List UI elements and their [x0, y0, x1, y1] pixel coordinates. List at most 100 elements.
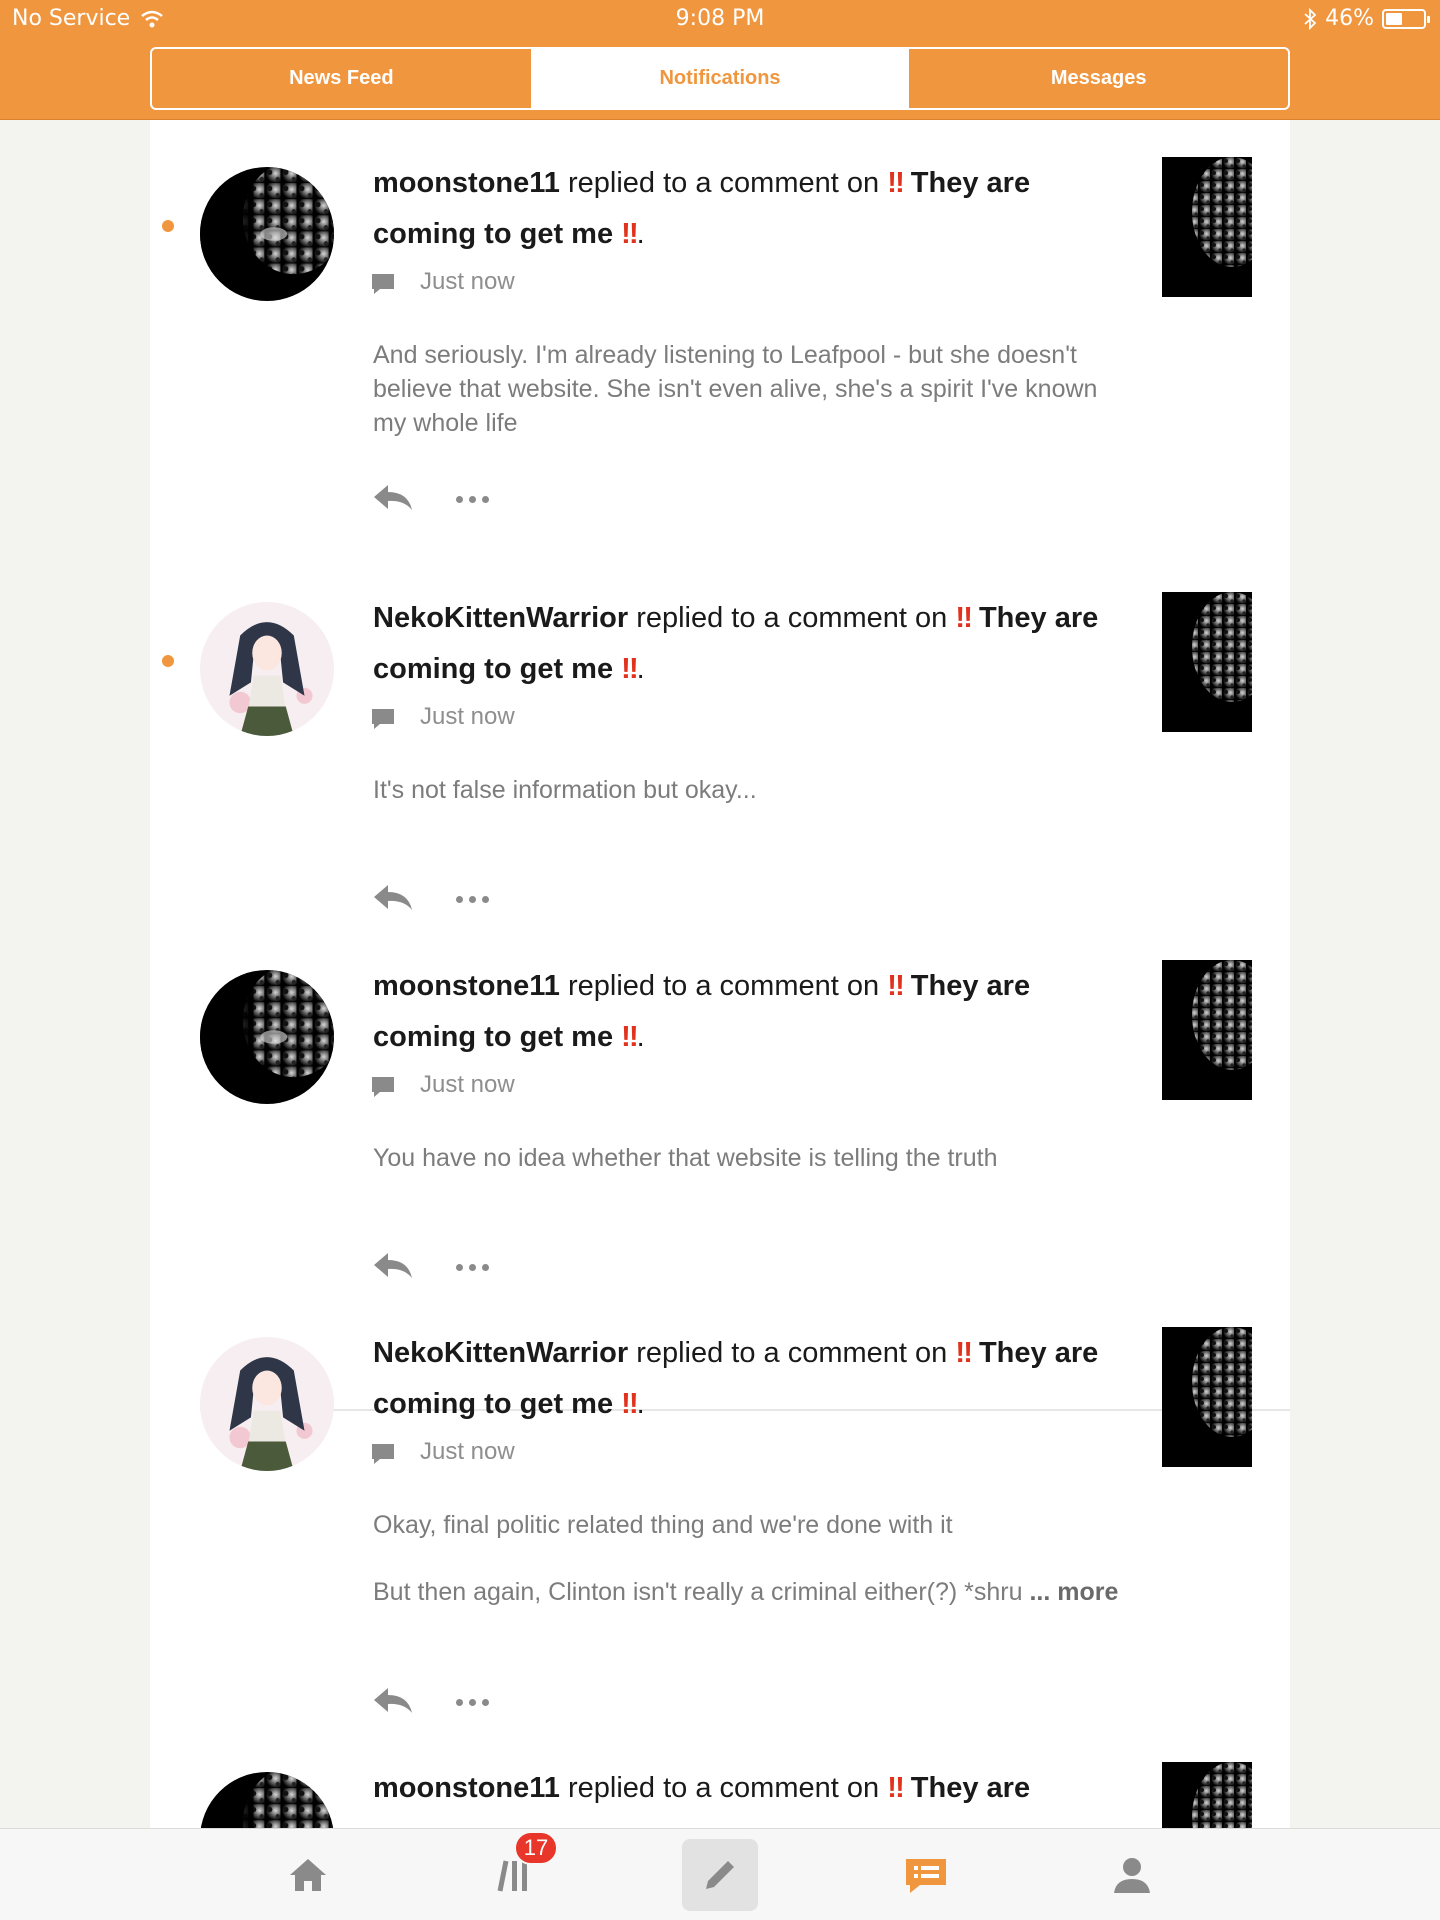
story-title-part2[interactable]: coming to get me — [373, 653, 613, 685]
notification-actions — [372, 882, 489, 916]
comment-body: And seriously. I'm already listening to … — [373, 338, 1133, 440]
reply-icon[interactable] — [372, 882, 414, 916]
story-title-part1[interactable]: They are — [911, 167, 1030, 199]
story-cover-thumbnail[interactable] — [1162, 960, 1252, 1100]
comment-icon — [370, 1441, 396, 1464]
period: . — [636, 218, 645, 250]
leopard-avatar-image — [200, 970, 334, 1104]
profile-icon — [1114, 1858, 1150, 1893]
tab-notifications[interactable]: Notifications — [530, 49, 910, 108]
double-exclamation-icon: ‼ — [955, 602, 972, 634]
story-title-part1[interactable]: They are — [979, 1337, 1098, 1369]
timestamp: Just now — [420, 1438, 515, 1465]
notification-meta: Just now — [370, 1071, 515, 1099]
leopard-cover-image — [1162, 1762, 1252, 1828]
notifications-feed[interactable]: moonstone11 replied to a comment on ‼ Th… — [150, 120, 1290, 1828]
avatar[interactable] — [200, 167, 334, 301]
story-title-part2[interactable]: coming to get me — [373, 218, 613, 250]
battery-percent: 46% — [1325, 6, 1374, 31]
tab-bar: News Feed Notifications Messages — [150, 47, 1290, 110]
anime-girl-avatar-image — [200, 1337, 334, 1471]
battery-icon — [1382, 8, 1430, 29]
leopard-cover-image — [1162, 960, 1252, 1100]
anime-girl-avatar-image — [200, 602, 334, 736]
timestamp: Just now — [420, 268, 515, 295]
reply-icon[interactable] — [372, 482, 414, 516]
leopard-avatar-image — [200, 167, 334, 301]
story-cover-thumbnail[interactable] — [1162, 1327, 1252, 1467]
story-title-part1[interactable]: They are — [911, 1772, 1030, 1804]
story-title-part1[interactable]: They are — [911, 970, 1030, 1002]
notification-actions — [372, 1685, 489, 1719]
top-header: No Service 9:08 PM 46% News Feed Notific… — [0, 0, 1440, 120]
more-options-icon[interactable] — [456, 1698, 489, 1706]
double-exclamation-icon: ‼ — [955, 1337, 972, 1369]
comment-paragraph: Okay, final politic related thing and we… — [373, 1511, 953, 1539]
double-exclamation-icon: ‼ — [887, 167, 904, 199]
username-link[interactable]: moonstone11 — [373, 167, 560, 199]
avatar[interactable] — [200, 1337, 334, 1471]
avatar[interactable] — [200, 970, 334, 1104]
comment-paragraph: It's not false information but okay... — [373, 776, 757, 804]
double-exclamation-icon: ‼ — [887, 970, 904, 1002]
story-title-part2[interactable]: coming to get me — [373, 1021, 613, 1053]
home-tab[interactable] — [270, 1839, 346, 1911]
more-options-icon[interactable] — [456, 495, 489, 503]
period: . — [636, 653, 645, 685]
notification-headline: moonstone11 replied to a comment on ‼ Th… — [373, 961, 1143, 1063]
story-cover-thumbnail[interactable] — [1162, 592, 1252, 732]
action-text: replied to a comment on — [636, 602, 948, 634]
comment-icon — [370, 271, 396, 294]
username-link[interactable]: NekoKittenWarrior — [373, 1337, 628, 1369]
notification-headline: moonstone11 replied to a comment on ‼ Th… — [373, 158, 1143, 260]
comment-paragraph-text: But then again, Clinton isn't really a c… — [373, 1578, 1023, 1606]
notification-meta: Just now — [370, 703, 515, 731]
action-text: replied to a comment on — [568, 1772, 880, 1804]
leopard-avatar-image — [200, 1772, 334, 1828]
comment-paragraph: But then again, Clinton isn't really a c… — [373, 1575, 1133, 1609]
status-right: 46% — [1303, 6, 1430, 31]
username-link[interactable]: moonstone11 — [373, 1772, 560, 1804]
library-badge: 17 — [514, 1831, 558, 1865]
timestamp: Just now — [420, 1071, 515, 1098]
write-tab[interactable] — [682, 1839, 758, 1911]
pencil-icon — [706, 1861, 734, 1889]
story-cover-thumbnail[interactable] — [1162, 1762, 1252, 1828]
username-link[interactable]: NekoKittenWarrior — [373, 602, 628, 634]
timestamp: Just now — [420, 703, 515, 730]
notification-actions — [372, 1250, 489, 1284]
notification-meta: Just now — [370, 268, 515, 296]
comment-body: You have no idea whether that website is… — [373, 1141, 1133, 1175]
leopard-cover-image — [1162, 157, 1252, 297]
profile-tab[interactable] — [1094, 1839, 1170, 1911]
story-title-part2[interactable]: coming to get me — [373, 1388, 613, 1420]
read-more-link[interactable]: ... more — [1029, 1578, 1118, 1606]
notification-headline: moonstone11 replied to a comment on ‼ Th… — [373, 1763, 1143, 1814]
action-text: replied to a comment on — [568, 167, 880, 199]
more-options-icon[interactable] — [456, 895, 489, 903]
avatar[interactable] — [200, 602, 334, 736]
username-link[interactable]: moonstone11 — [373, 970, 560, 1002]
period: . — [636, 1388, 645, 1420]
notifications-tab[interactable] — [888, 1839, 964, 1911]
leopard-cover-image — [1162, 1327, 1252, 1467]
double-exclamation-icon: ‼ — [621, 1388, 638, 1420]
notification-headline: NekoKittenWarrior replied to a comment o… — [373, 1328, 1143, 1430]
unread-dot — [162, 655, 174, 667]
notification-meta: Just now — [370, 1438, 515, 1466]
library-tab[interactable]: 17 — [478, 1831, 558, 1911]
notifications-icon — [906, 1859, 946, 1893]
home-icon — [290, 1859, 326, 1891]
avatar[interactable] — [200, 1772, 334, 1828]
battery-fill — [1386, 12, 1402, 25]
reply-icon[interactable] — [372, 1685, 414, 1719]
story-cover-thumbnail[interactable] — [1162, 157, 1252, 297]
comment-body: Okay, final politic related thing and we… — [373, 1508, 1133, 1609]
tab-messages[interactable]: Messages — [909, 49, 1288, 108]
double-exclamation-icon: ‼ — [621, 653, 638, 685]
reply-icon[interactable] — [372, 1250, 414, 1284]
tab-news-feed[interactable]: News Feed — [152, 49, 531, 108]
bottom-nav: 17 — [0, 1828, 1440, 1920]
story-title-part1[interactable]: They are — [979, 602, 1098, 634]
more-options-icon[interactable] — [456, 1263, 489, 1271]
